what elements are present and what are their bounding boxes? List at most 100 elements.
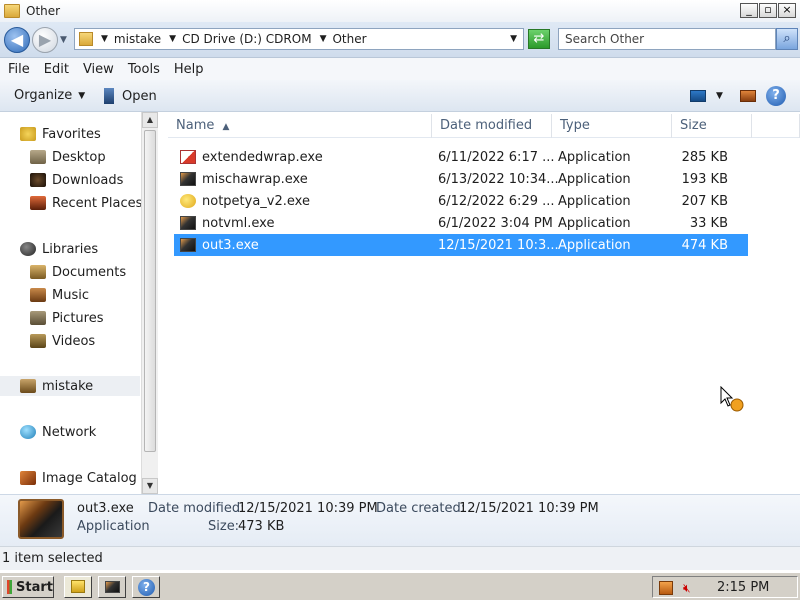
breadcrumb-item[interactable]: Other	[332, 32, 366, 46]
details-modified-value: 12/15/2021 10:39 PM	[238, 501, 378, 516]
open-icon	[104, 88, 114, 104]
taskbar-app-button[interactable]	[98, 576, 126, 598]
chevron-down-icon[interactable]: ▼	[716, 91, 723, 101]
chevron-down-icon: ▼	[78, 90, 86, 101]
column-label: Name	[176, 118, 215, 133]
file-name: notpetya_v2.exe	[202, 193, 310, 209]
address-dropdown-icon[interactable]: ▼	[510, 34, 517, 44]
details-pane: out3.exe Application Date modified: 12/1…	[0, 494, 800, 546]
breadcrumb-item[interactable]: CD Drive (D:) CDROM	[182, 32, 311, 46]
chevron-down-icon[interactable]: ▼	[320, 34, 327, 44]
file-date: 12/15/2021 10:3...	[438, 237, 558, 253]
breadcrumb-item[interactable]: mistake	[114, 32, 161, 46]
nav-label: Downloads	[52, 172, 124, 188]
status-bar: 1 item selected	[0, 546, 800, 570]
column-header-type[interactable]: Type	[552, 114, 672, 138]
recent-places-icon	[30, 196, 46, 210]
folder-icon	[4, 4, 20, 18]
back-button[interactable]: ◀	[4, 27, 30, 53]
search-icon[interactable]: ⌕	[776, 28, 798, 50]
breadcrumb: ▼ CD Drive (D:) CDROM	[169, 32, 311, 46]
menu-tools[interactable]: Tools	[128, 62, 160, 77]
chevron-down-icon[interactable]: ▼	[101, 34, 108, 44]
menu-bar: File Edit View Tools Help	[0, 58, 800, 80]
window-title: Other	[26, 4, 61, 18]
file-size: 33 KB	[689, 215, 728, 231]
help-icon[interactable]: ?	[766, 86, 786, 106]
file-name: extendedwrap.exe	[202, 149, 323, 165]
nav-favorites[interactable]: Favorites	[20, 124, 101, 144]
nav-recent-places[interactable]: Recent Places	[30, 193, 142, 213]
column-header-name[interactable]: Name ▲	[168, 114, 432, 138]
column-header-date[interactable]: Date modified	[432, 114, 552, 138]
nav-libraries[interactable]: Libraries	[20, 239, 98, 259]
start-button[interactable]: Start	[2, 576, 54, 598]
search-input[interactable]: Search Other	[558, 28, 776, 50]
details-created-value: 12/15/2021 10:39 PM	[459, 501, 599, 516]
nav-documents[interactable]: Documents	[30, 262, 126, 282]
nav-pictures[interactable]: Pictures	[30, 308, 103, 328]
scroll-up-icon[interactable]: ▲	[142, 112, 158, 128]
nav-desktop[interactable]: Desktop	[30, 147, 106, 167]
breadcrumb: ▼ mistake	[101, 32, 161, 46]
menu-view[interactable]: View	[83, 62, 114, 77]
table-row[interactable]: notpetya_v2.exe 6/12/2022 6:29 ... Appli…	[174, 190, 748, 212]
tray-app-icon[interactable]	[659, 581, 673, 595]
scrollbar-thumb[interactable]	[144, 130, 156, 452]
taskbar-explorer-button[interactable]	[64, 576, 92, 598]
column-header-size[interactable]: Size	[672, 114, 752, 138]
nav-music[interactable]: Music	[30, 285, 89, 305]
recent-pages-chevron-icon[interactable]: ▼	[60, 35, 67, 45]
file-type: Application	[558, 215, 631, 231]
refresh-button[interactable]: ⇄	[528, 29, 550, 49]
volume-muted-icon[interactable]: 🔇︎	[683, 581, 697, 595]
change-view-icon[interactable]	[690, 90, 706, 102]
open-button[interactable]: Open	[104, 88, 157, 104]
address-row: ◀ ▶ ▼ ▼ mistake ▼ CD Drive (D:) CDROM ▼ …	[0, 22, 800, 58]
minimize-button[interactable]: _	[740, 3, 758, 18]
details-file-name: out3.exe	[77, 501, 134, 516]
file-name: mischawrap.exe	[202, 171, 308, 187]
nav-label: Pictures	[52, 310, 104, 326]
nav-label: Desktop	[52, 149, 106, 165]
nav-label: Documents	[52, 264, 127, 280]
menu-help[interactable]: Help	[174, 62, 204, 77]
nav-scrollbar[interactable]: ▲ ▼	[141, 112, 158, 494]
folder-icon	[71, 580, 85, 593]
preview-pane-icon[interactable]	[740, 90, 756, 102]
maximize-button[interactable]: ▫	[759, 3, 777, 18]
nav-downloads[interactable]: Downloads	[30, 170, 123, 190]
nav-label: Network	[42, 424, 97, 440]
table-row[interactable]: mischawrap.exe 6/13/2022 10:34... Applic…	[174, 168, 748, 190]
menu-file[interactable]: File	[8, 62, 30, 77]
scroll-down-icon[interactable]: ▼	[142, 478, 158, 494]
breadcrumb: ▼ Other	[320, 32, 367, 46]
table-row[interactable]: extendedwrap.exe 6/11/2022 6:17 ... Appl…	[174, 146, 748, 168]
close-button[interactable]: ×	[778, 3, 796, 18]
address-bar[interactable]: ▼ mistake ▼ CD Drive (D:) CDROM ▼ Other …	[74, 28, 524, 50]
table-row[interactable]: notvml.exe 6/1/2022 3:04 PM Application …	[174, 212, 748, 234]
window-controls: _ ▫ ×	[740, 3, 796, 18]
dark-exe-icon	[180, 238, 196, 252]
organize-button[interactable]: Organize ▼	[14, 88, 85, 103]
file-date: 6/11/2022 6:17 ...	[438, 149, 555, 165]
table-row-selected[interactable]: out3.exe 12/15/2021 10:3... Application …	[174, 234, 748, 256]
file-type: Application	[558, 171, 631, 187]
nav-network[interactable]: Network	[20, 422, 96, 442]
taskbar-help-button[interactable]: ?	[132, 576, 160, 598]
chevron-down-icon[interactable]: ▼	[169, 34, 176, 44]
menu-edit[interactable]: Edit	[44, 62, 69, 77]
nav-videos[interactable]: Videos	[30, 331, 95, 351]
nav-user-mistake[interactable]: mistake	[0, 376, 140, 396]
file-date: 6/12/2022 6:29 ...	[438, 193, 555, 209]
dark-exe-icon	[180, 172, 196, 186]
nav-image-catalog[interactable]: Image Catalog	[20, 468, 137, 488]
pictures-icon	[30, 311, 46, 325]
sort-ascending-icon: ▲	[222, 122, 230, 132]
forward-button[interactable]: ▶	[32, 27, 58, 53]
command-bar: Organize ▼ Open ▼ ?	[0, 80, 800, 112]
star-icon	[20, 127, 36, 141]
file-name: out3.exe	[202, 237, 259, 253]
file-list: Name ▲ Date modified Type Size extendedw…	[160, 112, 800, 494]
clock[interactable]: 2:15 PM	[717, 580, 769, 595]
